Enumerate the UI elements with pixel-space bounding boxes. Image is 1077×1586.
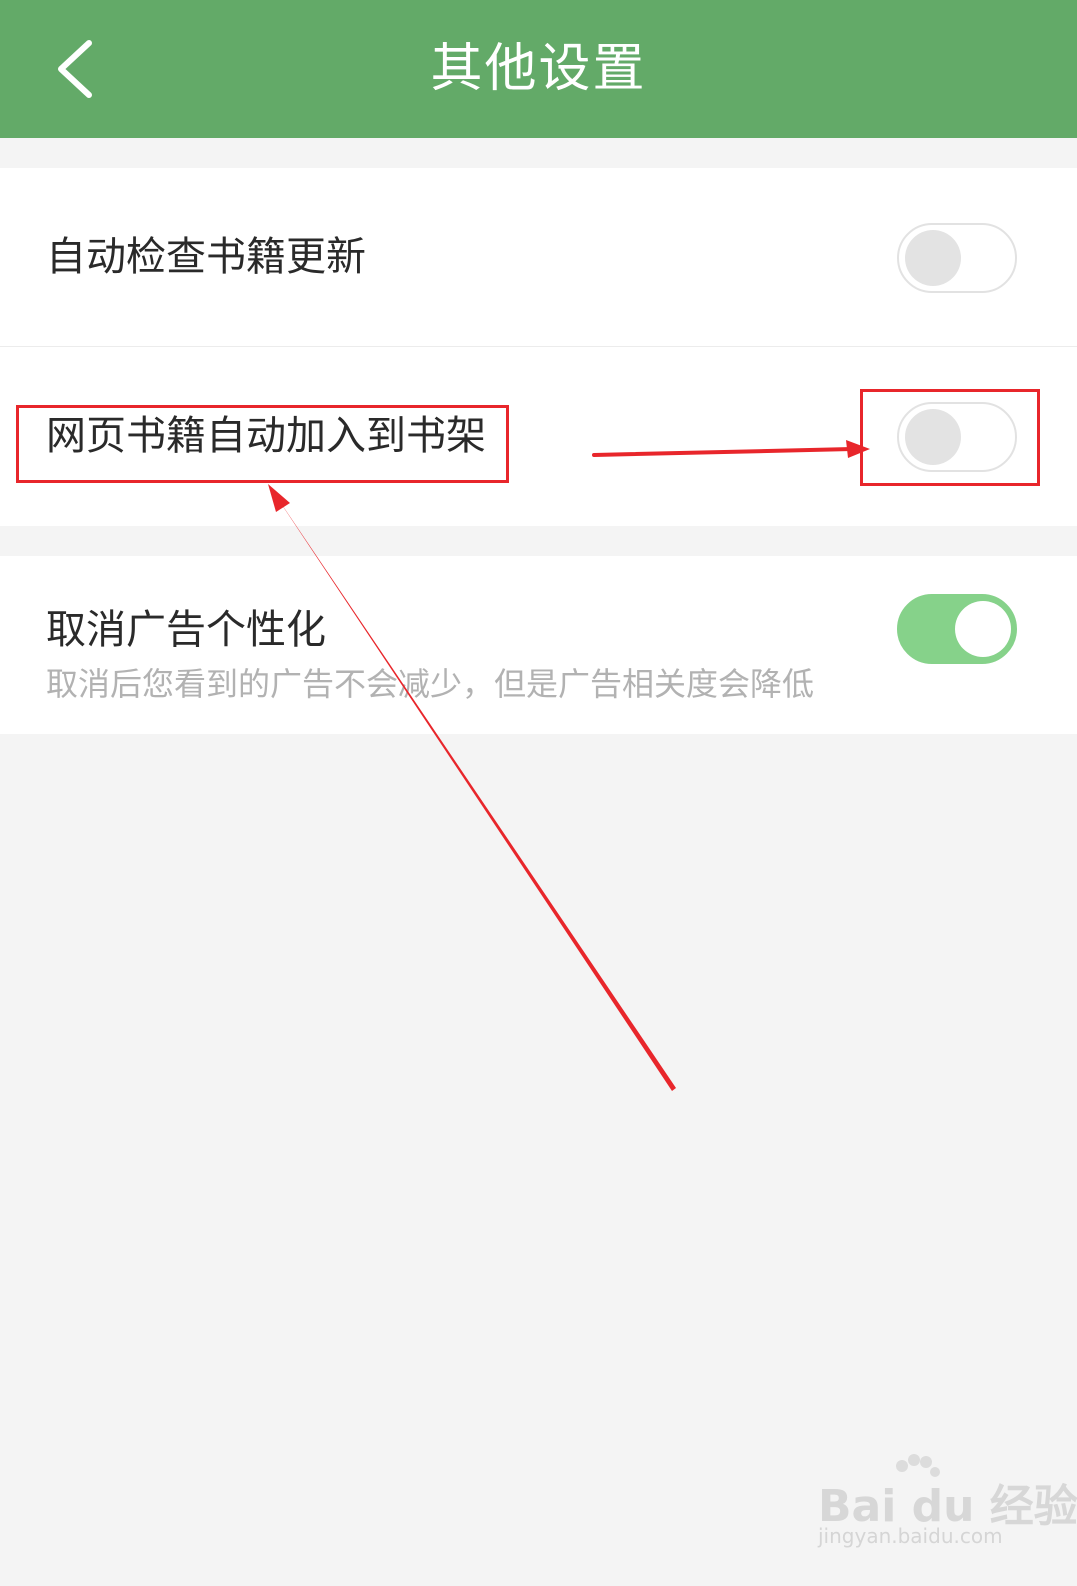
setting-row-ad-personalization: 取消广告个性化 取消后您看到的广告不会减少，但是广告相关度会降低 (0, 556, 1077, 734)
setting-description: 取消后您看到的广告不会减少，但是广告相关度会降低 (46, 665, 815, 703)
ad-personalization-toggle[interactable] (897, 594, 1017, 664)
highlight-box-toggle (860, 389, 1040, 486)
highlight-box-label (16, 405, 509, 483)
baidu-watermark: Bai du 经验 jingyan.baidu.com (818, 1452, 1077, 1548)
page-title: 其他设置 (430, 39, 647, 99)
auto-check-updates-toggle[interactable] (897, 223, 1017, 293)
watermark-url: jingyan.baidu.com (818, 1524, 1003, 1548)
toggle-knob (955, 601, 1011, 657)
setting-label: 自动检查书籍更新 (46, 234, 366, 280)
toggle-knob (905, 230, 961, 286)
setting-row-auto-check-updates: 自动检查书籍更新 (0, 168, 1077, 347)
app-header: 其他设置 (0, 0, 1077, 138)
setting-label: 取消广告个性化 (46, 607, 326, 653)
settings-group-ads: 取消广告个性化 取消后您看到的广告不会减少，但是广告相关度会降低 (0, 556, 1077, 734)
